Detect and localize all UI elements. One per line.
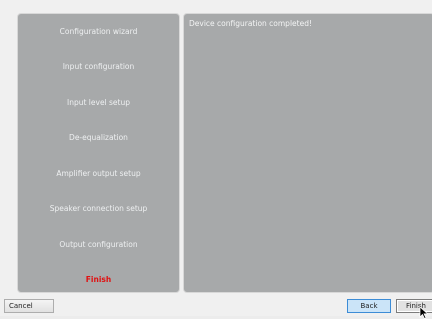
completion-message: Device configuration completed! <box>189 19 312 28</box>
step-configuration-wizard: Configuration wizard <box>59 27 138 36</box>
steps-panel: Configuration wizard Input configuration… <box>17 13 180 293</box>
step-finish: Finish <box>85 275 112 284</box>
step-input-level-setup: Input level setup <box>67 98 130 107</box>
cancel-button[interactable]: Cancel <box>4 299 54 313</box>
step-amplifier-output-setup: Amplifier output setup <box>56 169 141 178</box>
wizard-window: Configuration wizard Input configuration… <box>0 0 432 319</box>
content-panel: Device configuration completed! <box>183 13 432 293</box>
step-output-configuration: Output configuration <box>59 240 138 249</box>
step-de-equalization: De-equalization <box>69 133 128 142</box>
step-speaker-connection-setup: Speaker connection setup <box>49 204 148 213</box>
cursor-arrow-icon <box>419 307 429 319</box>
back-button[interactable]: Back <box>347 299 391 313</box>
step-input-configuration: Input configuration <box>62 62 135 71</box>
